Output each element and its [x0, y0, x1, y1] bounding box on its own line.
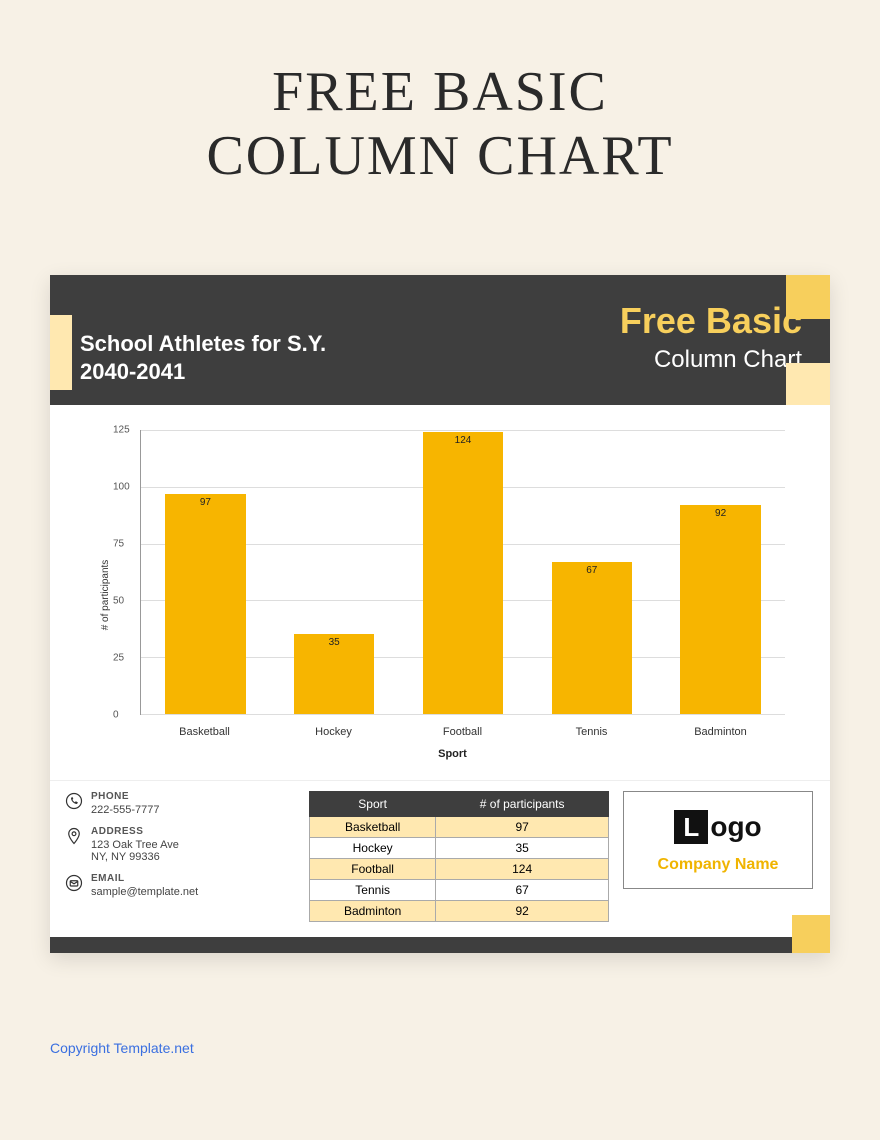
cell-sport: Hockey — [310, 838, 436, 859]
bar — [552, 562, 632, 714]
table-row: Tennis67 — [310, 880, 609, 901]
cell-participants: 67 — [436, 880, 609, 901]
table-row: Badminton92 — [310, 901, 609, 922]
bar-slot: 124 — [411, 430, 514, 714]
x-axis-label: Sport — [110, 748, 795, 760]
logo-card: Logo Company Name — [623, 791, 813, 889]
cell-sport: Football — [310, 859, 436, 880]
cell-sport: Basketball — [310, 817, 436, 838]
phone-label: PHONE — [91, 791, 160, 802]
template-title-line2: Column Chart — [620, 346, 802, 374]
data-table: Sport # of participants Basketball97Hock… — [309, 791, 609, 922]
bar-value-label: 67 — [586, 565, 597, 576]
x-categories: Basketball Hockey Football Tennis Badminton — [140, 726, 785, 738]
bar-slot: 97 — [154, 430, 257, 714]
bar — [165, 494, 245, 714]
template-title: Free Basic Column Chart — [620, 300, 802, 374]
accent-square-bottom — [786, 363, 830, 405]
phone-icon — [65, 792, 83, 810]
bar-value-label: 35 — [329, 637, 340, 648]
address-icon — [65, 827, 83, 845]
bottom-row: PHONE 222-555-7777 ADDRESS 123 Oak Tree … — [50, 780, 830, 937]
email-value: sample@template.net — [91, 886, 198, 898]
y-tick: 100 — [113, 482, 130, 493]
logo-mark: Logo — [674, 810, 761, 844]
plot-area: 97351246792 0255075100125 — [140, 430, 785, 715]
bar — [423, 432, 503, 714]
address-line2: NY, NY 99336 — [91, 851, 179, 863]
address-line1: 123 Oak Tree Ave — [91, 839, 179, 851]
table-row: Basketball97 — [310, 817, 609, 838]
y-tick: 25 — [113, 653, 124, 664]
bars-container: 97 35 124 67 92 — [141, 430, 785, 714]
cell-participants: 92 — [436, 901, 609, 922]
logo-letter-box: L — [674, 810, 708, 844]
cell-participants: 35 — [436, 838, 609, 859]
bar-value-label: 92 — [715, 508, 726, 519]
bar-slot: 35 — [283, 430, 386, 714]
y-axis-label: # of participants — [100, 560, 111, 631]
table-row: Hockey35 — [310, 838, 609, 859]
y-tick: 125 — [113, 425, 130, 436]
bar-value-label: 124 — [455, 435, 472, 446]
page-title-line1: FREE BASIC — [272, 61, 608, 123]
column-chart: # of participants 97351246792 0255075100… — [110, 430, 795, 760]
table-header-sport: Sport — [310, 792, 436, 817]
grid-line — [141, 714, 785, 715]
dataset-subtitle: School Athletes for S.Y. 2040-2041 — [80, 330, 340, 385]
y-tick: 50 — [113, 596, 124, 607]
y-tick: 0 — [113, 710, 119, 721]
copyright-link[interactable]: Copyright Template.net — [50, 1040, 194, 1056]
address-label: ADDRESS — [91, 826, 179, 837]
x-category-label: Basketball — [153, 726, 256, 738]
page-title-line2: COLUMN CHART — [206, 125, 673, 187]
bar-slot: 92 — [669, 430, 772, 714]
bar-slot: 67 — [540, 430, 643, 714]
bar-value-label: 97 — [200, 497, 211, 508]
x-category-label: Hockey — [282, 726, 385, 738]
table-row: Football124 — [310, 859, 609, 880]
bar — [680, 505, 760, 714]
footer-strip — [50, 937, 830, 953]
company-name: Company Name — [632, 856, 804, 874]
cell-participants: 97 — [436, 817, 609, 838]
accent-square-top — [786, 275, 830, 319]
x-category-label: Football — [411, 726, 514, 738]
header-band: School Athletes for S.Y. 2040-2041 Free … — [50, 275, 830, 405]
cell-sport: Badminton — [310, 901, 436, 922]
x-category-label: Badminton — [669, 726, 772, 738]
email-icon — [65, 874, 83, 892]
template-card: School Athletes for S.Y. 2040-2041 Free … — [50, 275, 830, 953]
contact-block: PHONE 222-555-7777 ADDRESS 123 Oak Tree … — [65, 791, 295, 922]
email-label: EMAIL — [91, 873, 198, 884]
y-tick: 75 — [113, 539, 124, 550]
cell-participants: 124 — [436, 859, 609, 880]
cell-sport: Tennis — [310, 880, 436, 901]
logo-word: ogo — [710, 811, 761, 843]
phone-value: 222-555-7777 — [91, 804, 160, 816]
template-title-line1: Free Basic — [620, 300, 802, 342]
x-category-label: Tennis — [540, 726, 643, 738]
page-title: FREE BASIC COLUMN CHART — [0, 0, 880, 189]
accent-left-block — [50, 315, 72, 390]
table-header-participants: # of participants — [436, 792, 609, 817]
